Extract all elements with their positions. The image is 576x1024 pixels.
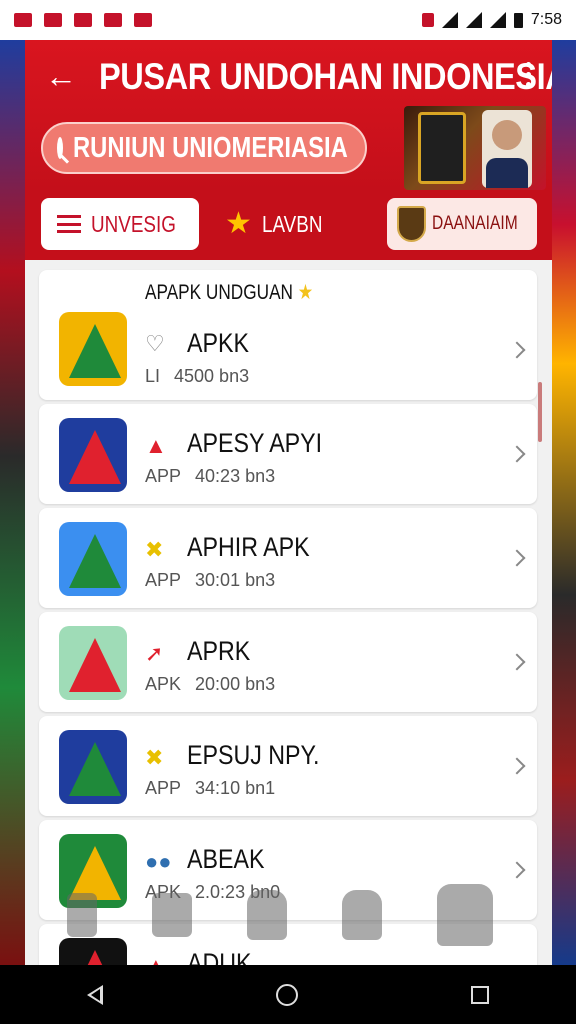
pin-icon: ✖	[145, 537, 164, 562]
app-name: ABEAK	[187, 844, 265, 874]
faded-shortcut-icons	[40, 880, 520, 950]
android-icon[interactable]	[341, 890, 382, 940]
mail-notification-icon	[14, 13, 32, 27]
app-icon	[59, 626, 127, 700]
list-item[interactable]: ➚ APRK APK 20:00 bn3	[39, 612, 537, 712]
signal-icon	[441, 12, 458, 28]
tab-bar: UNVESIG ★ LAVBN DAANAIAIM	[25, 190, 552, 260]
message-notification-icon	[134, 13, 152, 27]
app-list: APAPK UNDGUAN ★ ♡ APKK LI 4500 bn3 ▲ APES…	[39, 270, 537, 965]
tab-label: DAANAIAIM	[432, 213, 519, 234]
app-header: ← PUSAR UNDOHAN INDONESIA RUNIUN UNIOMER…	[25, 40, 552, 190]
image-notification-icon	[74, 13, 92, 27]
android-icon[interactable]	[436, 884, 493, 946]
app-window: ← PUSAR UNDOHAN INDONESIA RUNIUN UNIOMER…	[25, 40, 552, 965]
app-name: APRK	[187, 636, 251, 666]
list-item[interactable]: ▲ APESY APYI APP 40:23 bn3	[39, 404, 537, 504]
vibrate-icon	[421, 13, 434, 27]
star-icon: ★	[297, 281, 314, 304]
brand-mark-icon: ▲	[145, 433, 167, 458]
more-options-icon[interactable]	[526, 62, 532, 92]
heart-icon: ♡	[145, 331, 165, 356]
brand-mark-icon: ▲	[145, 954, 167, 966]
app-meta: APK 20:00 bn3	[145, 674, 276, 694]
tab-unvesig[interactable]: UNVESIG	[41, 198, 199, 250]
app-meta: APP 40:23 bn3	[145, 466, 276, 486]
app-icon	[59, 418, 127, 492]
tools-icon: ✖	[145, 745, 164, 770]
background-collage-right	[550, 40, 576, 965]
users-icon: ●●	[145, 849, 172, 874]
chevron-right-icon	[508, 549, 526, 567]
clock: 7:58	[530, 11, 562, 28]
search-icon	[57, 137, 63, 159]
tab-label: LAVBN	[261, 210, 323, 237]
search-bar[interactable]: RUNIUN UNIOMERIASIA	[41, 122, 367, 174]
app-name: ADUK	[187, 948, 252, 965]
notification-icons	[14, 13, 152, 27]
app-name: APESY APYI	[187, 428, 323, 458]
app-name: APHIR APK	[187, 532, 310, 562]
chevron-right-icon	[508, 445, 526, 463]
tab-daanaiaim[interactable]: DAANAIAIM	[387, 198, 537, 250]
person-image	[482, 110, 532, 188]
flag-icon[interactable]	[67, 893, 98, 937]
app-icon	[59, 312, 127, 386]
wifi-signal-icon	[465, 12, 482, 28]
tools-notification-icon	[44, 13, 62, 27]
app-meta: LI 4500 bn3	[145, 366, 250, 386]
back-arrow-icon[interactable]: ←	[45, 60, 77, 92]
nav-back-icon[interactable]	[86, 984, 103, 1005]
arrow-icon: ➚	[145, 641, 164, 666]
search-input-text: RUNIUN UNIOMERIASIA	[73, 131, 348, 164]
chevron-right-icon	[508, 861, 526, 879]
cell-signal-icon	[489, 12, 506, 28]
section-title: APAPK UNDGUAN ★	[145, 281, 314, 304]
star-icon: ★	[225, 207, 252, 240]
trophy-image	[418, 112, 466, 184]
chevron-right-icon	[508, 341, 526, 359]
chevron-right-icon	[508, 757, 526, 775]
system-nav-bar	[0, 965, 576, 1024]
app-icon	[59, 730, 127, 804]
status-bar: 7:58	[0, 0, 576, 40]
list-item[interactable]: ✖ APHIR APK APP 30:01 bn3	[39, 508, 537, 608]
app-name: APKK	[187, 328, 249, 358]
menu-icon	[57, 215, 81, 233]
settings-notification-icon	[104, 13, 122, 27]
list-item[interactable]: ✖ EPSUJ NPY. APP 34:10 bn1	[39, 716, 537, 816]
shield-badge-icon	[397, 206, 427, 242]
send-icon[interactable]	[152, 893, 193, 937]
tab-lavbn[interactable]: ★ LAVBN	[223, 198, 336, 250]
app-icon	[59, 522, 127, 596]
app-meta: APP 30:01 bn3	[145, 570, 276, 590]
page-title: PUSAR UNDOHAN INDONESIA	[99, 56, 552, 97]
scrollbar[interactable]	[538, 382, 542, 442]
chevron-right-icon	[508, 653, 526, 671]
tab-label: UNVESIG	[91, 210, 176, 237]
promo-banner-image[interactable]	[404, 106, 546, 190]
android-icon[interactable]	[246, 890, 287, 940]
app-name: EPSUJ NPY.	[187, 740, 320, 770]
battery-icon	[513, 12, 523, 28]
list-item[interactable]: APAPK UNDGUAN ★ ♡ APKK LI 4500 bn3	[39, 270, 537, 400]
nav-home-icon[interactable]	[275, 983, 298, 1006]
nav-recents-icon[interactable]	[471, 985, 490, 1004]
app-meta: APP 34:10 bn1	[145, 778, 276, 798]
